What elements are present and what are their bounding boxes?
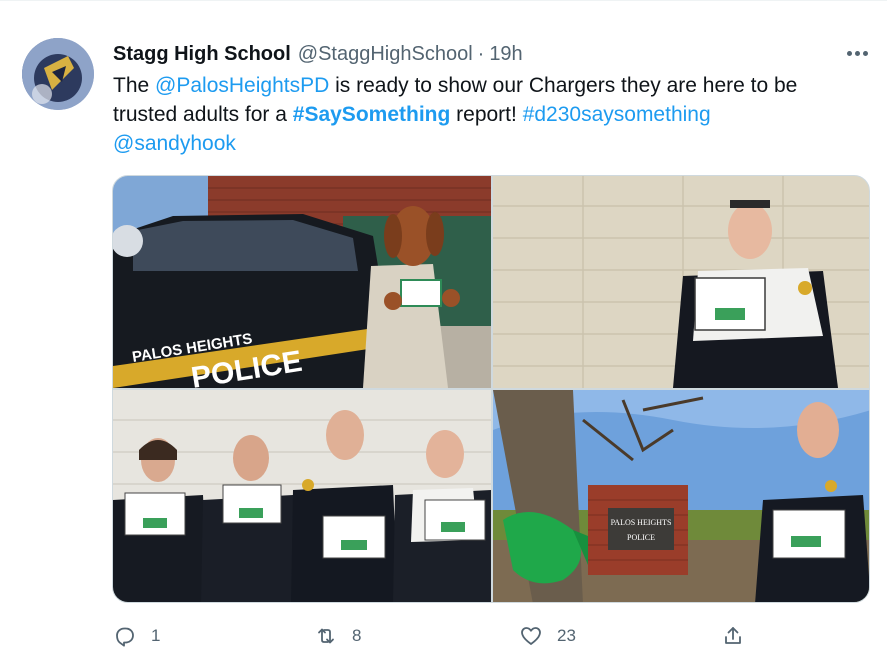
share-button[interactable] bbox=[721, 621, 745, 651]
text-part: The bbox=[113, 74, 156, 97]
photo-officer-with-sign[interactable] bbox=[493, 176, 869, 388]
sign-text: PALOS HEIGHTS bbox=[611, 518, 672, 527]
media-grid: PALOS HEIGHTS POLICE PALOS HEIGHTS POLIC… bbox=[112, 175, 870, 603]
reply-button[interactable]: 1 bbox=[113, 621, 160, 651]
tweet-header: Stagg High School @StaggHighSchool · 19h bbox=[113, 41, 523, 67]
tweet-text: The @PalosHeightsPD is ready to show our… bbox=[113, 71, 858, 158]
photo-sign-officer[interactable]: PALOS HEIGHTS POLICE bbox=[493, 390, 869, 602]
like-button[interactable]: 23 bbox=[519, 621, 576, 651]
timestamp[interactable]: 19h bbox=[489, 43, 522, 66]
heart-icon bbox=[521, 627, 541, 645]
reply-count: 1 bbox=[151, 626, 161, 645]
retweet-icon bbox=[318, 628, 334, 644]
photo-police-car-mascot[interactable]: PALOS HEIGHTS POLICE bbox=[113, 176, 491, 388]
hashtag-link[interactable]: #SaySomething bbox=[293, 103, 451, 126]
mention-link[interactable]: @sandyhook bbox=[113, 132, 236, 155]
hashtag-link[interactable]: #d230saysomething bbox=[523, 103, 711, 126]
retweet-button[interactable]: 8 bbox=[314, 621, 361, 651]
mention-link[interactable]: @PalosHeightsPD bbox=[155, 74, 329, 97]
share-icon bbox=[725, 627, 741, 644]
tweet-actions: 1 8 23 bbox=[113, 621, 753, 651]
retweet-count: 8 bbox=[352, 626, 362, 645]
author-name[interactable]: Stagg High School bbox=[113, 43, 291, 66]
reply-icon bbox=[116, 627, 134, 647]
like-count: 23 bbox=[557, 626, 576, 645]
more-icon[interactable] bbox=[842, 39, 872, 67]
tweet[interactable]: Stagg High School @StaggHighSchool · 19h… bbox=[0, 0, 887, 659]
avatar[interactable] bbox=[22, 38, 94, 110]
text-part: report! bbox=[450, 103, 523, 126]
separator-dot: · bbox=[477, 42, 485, 65]
photo-four-officers[interactable] bbox=[113, 390, 491, 602]
sign-text: POLICE bbox=[627, 533, 655, 542]
author-handle[interactable]: @StaggHighSchool bbox=[298, 43, 473, 66]
